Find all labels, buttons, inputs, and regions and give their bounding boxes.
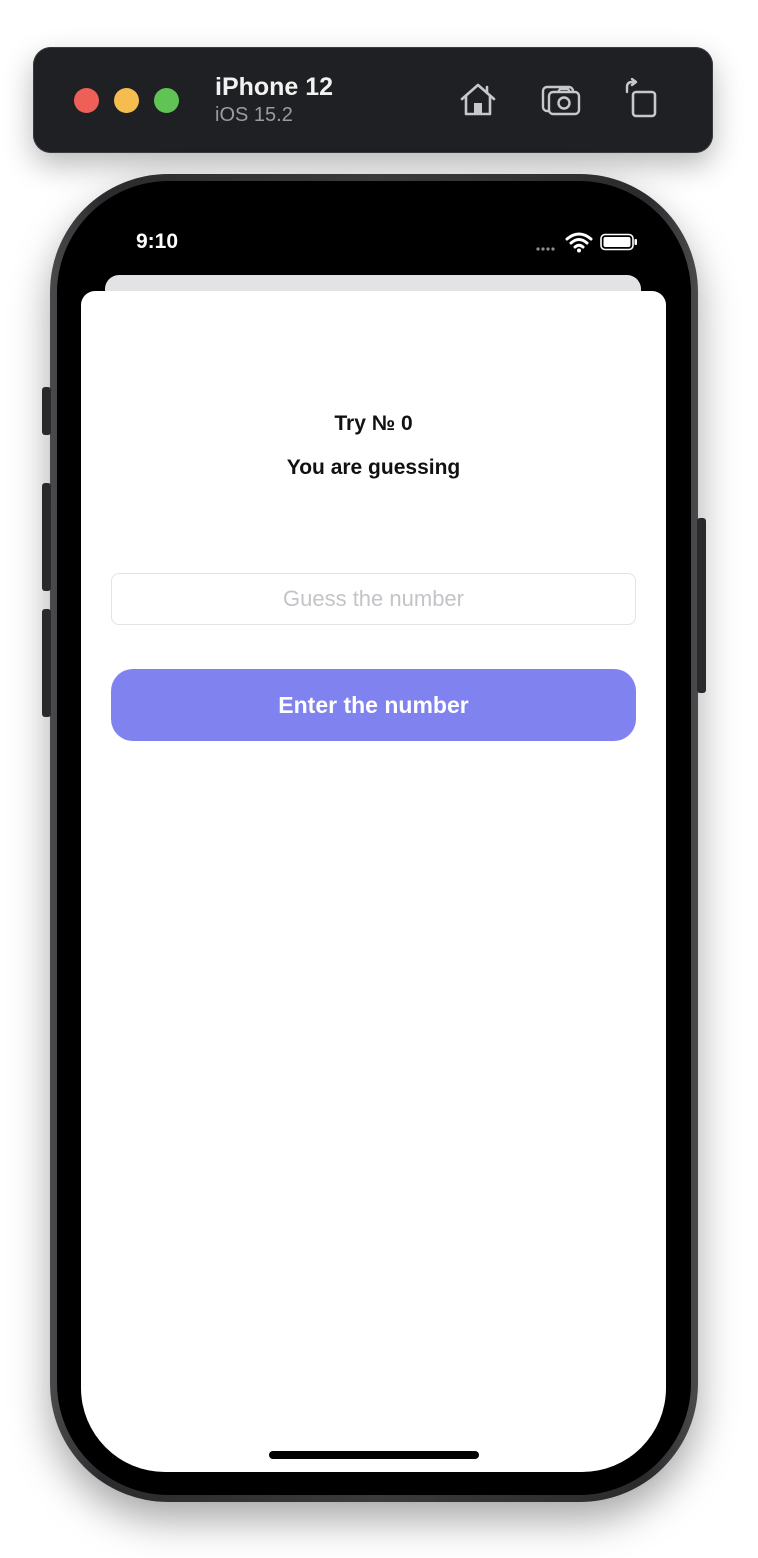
wifi-icon (565, 232, 593, 253)
game-status-text: You are guessing (286, 456, 461, 479)
enter-number-button[interactable]: Enter the number (111, 669, 636, 741)
zoom-window-button[interactable] (154, 88, 179, 113)
guess-number-input[interactable] (111, 573, 636, 625)
device-name: iPhone 12 (215, 73, 334, 101)
status-icons (536, 231, 640, 253)
volume-up-button (42, 483, 51, 591)
silent-switch (42, 387, 51, 435)
status-time: 9:10 (136, 230, 179, 253)
battery-icon (600, 233, 637, 251)
close-window-button[interactable] (74, 88, 99, 113)
screenshot-camera-icon[interactable] (540, 78, 582, 120)
home-indicator[interactable] (269, 1451, 479, 1459)
volume-down-button (42, 609, 51, 717)
minimize-window-button[interactable] (114, 88, 139, 113)
rotate-icon[interactable] (620, 78, 662, 120)
signal-dots-icon (536, 247, 555, 251)
try-counter-label: Try № 0 (334, 412, 413, 435)
home-icon[interactable] (457, 78, 499, 120)
os-version: iOS 15.2 (215, 104, 293, 126)
game-screen: Try № 0 You are guessing Enter the numbe… (81, 291, 666, 1472)
power-button (697, 518, 706, 693)
